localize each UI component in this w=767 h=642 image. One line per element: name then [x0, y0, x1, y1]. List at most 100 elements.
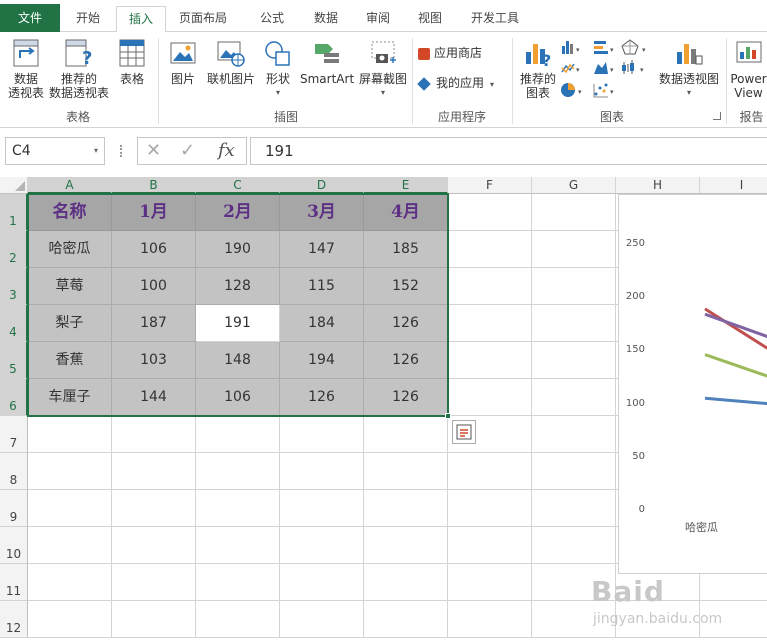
- empty-cell[interactable]: [364, 564, 448, 601]
- empty-cell[interactable]: [196, 453, 280, 490]
- table-header-cell[interactable]: 2月: [196, 194, 280, 231]
- empty-cell[interactable]: [364, 527, 448, 564]
- empty-cell[interactable]: [280, 527, 364, 564]
- column-header-b[interactable]: B: [112, 177, 196, 194]
- empty-cell[interactable]: [112, 527, 196, 564]
- empty-cell[interactable]: [532, 416, 616, 453]
- empty-cell[interactable]: [532, 194, 616, 231]
- shapes-button[interactable]: 形状 ▾: [258, 38, 298, 100]
- value-cell[interactable]: 128: [196, 268, 280, 305]
- power-view-button[interactable]: Power View: [730, 38, 767, 100]
- column-header-i[interactable]: I: [700, 177, 767, 194]
- fruit-name-cell[interactable]: 哈密瓜: [28, 231, 112, 268]
- empty-cell[interactable]: [448, 490, 532, 527]
- empty-cell[interactable]: [280, 601, 364, 638]
- series-line-3[interactable]: [704, 353, 767, 381]
- empty-cell[interactable]: [28, 601, 112, 638]
- name-box[interactable]: C4 ▾: [5, 137, 105, 165]
- empty-cell[interactable]: [280, 490, 364, 527]
- picture-button[interactable]: 图片: [164, 38, 202, 86]
- empty-cell[interactable]: [196, 490, 280, 527]
- empty-cell[interactable]: [112, 453, 196, 490]
- series-line-1[interactable]: [704, 396, 767, 406]
- active-cell[interactable]: 191: [196, 305, 280, 342]
- table-header-cell[interactable]: 3月: [280, 194, 364, 231]
- row-header-7[interactable]: 7: [0, 416, 28, 453]
- stock-chart-icon[interactable]: ▾: [622, 60, 644, 74]
- empty-cell[interactable]: [448, 601, 532, 638]
- empty-cell[interactable]: [196, 601, 280, 638]
- empty-cell[interactable]: [448, 305, 532, 342]
- quick-analysis-button[interactable]: [452, 420, 476, 444]
- table-header-cell[interactable]: 1月: [112, 194, 196, 231]
- empty-cell[interactable]: [532, 453, 616, 490]
- empty-cell[interactable]: [280, 416, 364, 453]
- empty-cell[interactable]: [448, 453, 532, 490]
- empty-cell[interactable]: [112, 416, 196, 453]
- bar-chart-icon[interactable]: ▾: [594, 41, 614, 54]
- empty-cell[interactable]: [532, 527, 616, 564]
- column-header-e[interactable]: E: [364, 177, 448, 194]
- value-cell[interactable]: 103: [112, 342, 196, 379]
- tab-file[interactable]: 文件: [0, 4, 60, 32]
- my-apps-button[interactable]: 我的应用 ▾: [417, 76, 508, 92]
- column-header-g[interactable]: G: [532, 177, 616, 194]
- empty-cell[interactable]: [448, 342, 532, 379]
- fruit-name-cell[interactable]: 草莓: [28, 268, 112, 305]
- tab-home[interactable]: 开始: [64, 6, 112, 32]
- fruit-name-cell[interactable]: 车厘子: [28, 379, 112, 416]
- line-chart-icon[interactable]: ▾: [561, 63, 580, 74]
- empty-cell[interactable]: [112, 490, 196, 527]
- row-header-10[interactable]: 10: [0, 527, 28, 564]
- online-picture-button[interactable]: 联机图片: [204, 38, 258, 86]
- radar-chart-icon[interactable]: ▾: [621, 39, 646, 55]
- empty-cell[interactable]: [532, 490, 616, 527]
- table-header-cell[interactable]: 名称: [28, 194, 112, 231]
- empty-cell[interactable]: [28, 490, 112, 527]
- row-header-8[interactable]: 8: [0, 453, 28, 490]
- value-cell[interactable]: 126: [364, 305, 448, 342]
- empty-cell[interactable]: [448, 379, 532, 416]
- empty-cell[interactable]: [28, 564, 112, 601]
- tab-insert[interactable]: 插入: [116, 6, 166, 33]
- scatter-chart-icon[interactable]: ▾: [593, 83, 614, 98]
- column-header-c[interactable]: C: [196, 177, 280, 194]
- value-cell[interactable]: 100: [112, 268, 196, 305]
- formula-input[interactable]: 191: [250, 137, 767, 165]
- empty-cell[interactable]: [112, 601, 196, 638]
- empty-cell[interactable]: [448, 564, 532, 601]
- empty-cell[interactable]: [112, 564, 196, 601]
- value-cell[interactable]: 144: [112, 379, 196, 416]
- screenshot-button[interactable]: 屏幕截图 ▾: [356, 38, 410, 100]
- value-cell[interactable]: 152: [364, 268, 448, 305]
- fx-icon[interactable]: fx: [218, 140, 235, 161]
- tab-view[interactable]: 视图: [408, 6, 452, 32]
- empty-cell[interactable]: [28, 527, 112, 564]
- cancel-icon[interactable]: ✕: [146, 140, 161, 161]
- table-header-cell[interactable]: 4月: [364, 194, 448, 231]
- empty-cell[interactable]: [364, 416, 448, 453]
- empty-cell[interactable]: [532, 305, 616, 342]
- row-header-6[interactable]: 6: [0, 379, 28, 416]
- value-cell[interactable]: 148: [196, 342, 280, 379]
- name-box-dropdown-icon[interactable]: ▾: [94, 138, 98, 164]
- row-header-12[interactable]: 12: [0, 601, 28, 638]
- column-chart-icon[interactable]: ▾: [562, 41, 580, 54]
- pivot-chart-button[interactable]: 数据透视图 ▾: [656, 38, 722, 100]
- empty-cell[interactable]: [196, 527, 280, 564]
- value-cell[interactable]: 194: [280, 342, 364, 379]
- select-all-corner[interactable]: [0, 177, 28, 194]
- value-cell[interactable]: 147: [280, 231, 364, 268]
- empty-cell[interactable]: [196, 416, 280, 453]
- row-header-5[interactable]: 5: [0, 342, 28, 379]
- area-chart-icon[interactable]: ▾: [594, 62, 614, 74]
- value-cell[interactable]: 126: [364, 342, 448, 379]
- app-store-button[interactable]: 应用商店: [418, 46, 498, 60]
- row-header-1[interactable]: 1: [0, 194, 28, 231]
- tab-page-layout[interactable]: 页面布局: [168, 6, 238, 32]
- row-header-9[interactable]: 9: [0, 490, 28, 527]
- value-cell[interactable]: 115: [280, 268, 364, 305]
- empty-cell[interactable]: [532, 379, 616, 416]
- empty-cell[interactable]: [28, 416, 112, 453]
- empty-cell[interactable]: [28, 453, 112, 490]
